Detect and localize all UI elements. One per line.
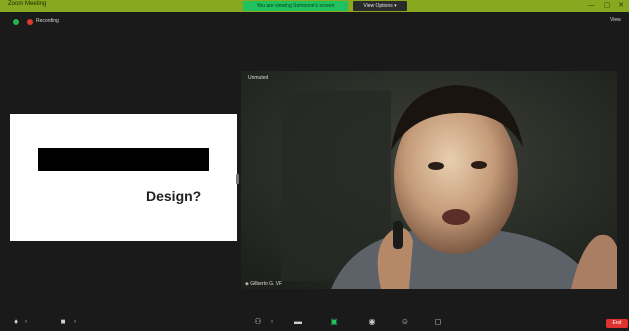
recording-label: Recording <box>36 18 59 24</box>
maximize-icon[interactable]: ▢ <box>602 1 612 11</box>
meeting-info-row: Recording View <box>0 14 629 30</box>
participant-name: Gilberto G. VF <box>250 281 283 287</box>
minimize-icon[interactable]: — <box>586 1 596 11</box>
reactions-icon[interactable]: ☺ <box>399 316 411 328</box>
title-bar: Zoom Meeting You are viewing Someone's s… <box>0 0 629 12</box>
meeting-toolbar: ♦ ˄ ■ ˄ ⚇ ˄ ▬ ▣ ◉ ☺ ◻ End <box>0 313 629 331</box>
participant-name-tag: ◈ Gilberto G. VF <box>245 281 282 287</box>
microphone-icon[interactable]: ♦ <box>10 316 22 328</box>
window-title: Zoom Meeting <box>8 1 47 7</box>
screen-share-banner[interactable]: You are viewing Someone's screen <box>243 1 348 11</box>
slide-text: Design? <box>146 188 202 204</box>
chat-icon[interactable]: ▬ <box>292 316 304 328</box>
screen-share-banner-text: You are viewing Someone's screen <box>256 3 335 9</box>
participants-chevron-icon[interactable]: ˄ <box>268 316 276 328</box>
zoom-window: Zoom Meeting You are viewing Someone's s… <box>0 0 629 331</box>
end-meeting-button[interactable]: End <box>606 319 628 328</box>
more-icon[interactable]: ◻ <box>432 316 444 328</box>
participant-name-top: Unmuted <box>248 75 269 81</box>
video-options-chevron-icon[interactable]: ˄ <box>71 316 79 328</box>
participant-video: Unmuted ◈ Gilberto G. VF <box>241 71 617 289</box>
resize-handle[interactable] <box>236 174 239 184</box>
security-shield-icon[interactable] <box>13 19 19 25</box>
video-camera-icon[interactable]: ■ <box>56 316 70 328</box>
record-icon[interactable]: ◉ <box>366 316 378 328</box>
shared-screen-slide: Design? <box>10 114 237 241</box>
view-options-button[interactable]: View Options ▾ <box>353 1 407 11</box>
audio-options-chevron-icon[interactable]: ˄ <box>22 316 30 328</box>
recording-icon[interactable] <box>27 19 33 25</box>
view-button[interactable]: View <box>610 17 621 23</box>
close-icon[interactable]: ✕ <box>616 1 626 11</box>
participant-image <box>241 71 617 289</box>
share-screen-icon[interactable]: ▣ <box>328 316 340 328</box>
redacted-title-bar <box>38 148 209 171</box>
participants-icon[interactable]: ⚇ <box>251 316 265 328</box>
